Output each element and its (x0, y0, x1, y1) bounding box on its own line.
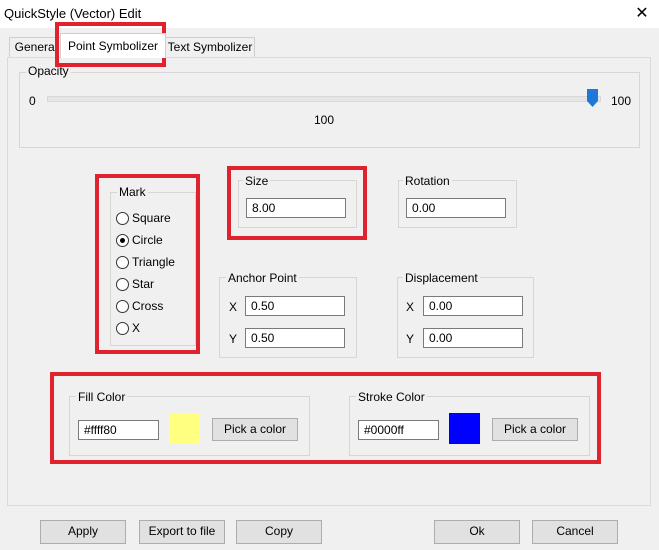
apply-button[interactable]: Apply (40, 520, 126, 544)
mark-option-label: Triangle (132, 255, 175, 269)
tab-general-label: General (14, 40, 58, 54)
ok-button[interactable]: Ok (434, 520, 520, 544)
tab-general[interactable]: General (9, 37, 63, 57)
export-to-file-button[interactable]: Export to file (139, 520, 225, 544)
opacity-value-label: 100 (314, 113, 335, 127)
opacity-max-label: 100 (611, 94, 632, 108)
tab-point-symbolizer[interactable]: Point Symbolizer (60, 33, 166, 58)
fill-color-swatch (169, 413, 200, 444)
anchor-y-input[interactable]: 0.50 (245, 328, 345, 348)
mark-option-label: Circle (132, 233, 163, 247)
anchor-x-input[interactable]: 0.50 (245, 296, 345, 316)
displacement-label: Displacement (403, 271, 480, 285)
stroke-pick-color-button[interactable]: Pick a color (492, 418, 578, 441)
stroke-color-input[interactable]: #0000ff (358, 420, 439, 440)
fill-color-label: Fill Color (76, 390, 128, 404)
radio-button[interactable] (116, 322, 129, 335)
rotation-input[interactable]: 0.00 (406, 198, 506, 218)
stroke-color-label: Stroke Color (356, 390, 427, 404)
opacity-label: Opacity (26, 64, 71, 78)
radio-button[interactable] (116, 300, 129, 313)
mark-option-label: Square (132, 211, 171, 225)
tab-text-symbolizer[interactable]: Text Symbolizer (165, 37, 255, 57)
radio-button[interactable] (116, 256, 129, 269)
opacity-slider-track[interactable] (47, 96, 601, 102)
mark-label: Mark (117, 185, 148, 199)
tab-text-symbolizer-label: Text Symbolizer (167, 40, 253, 54)
radio-button[interactable] (116, 212, 129, 225)
close-icon: ✕ (635, 5, 649, 22)
displacement-x-label: X (406, 300, 415, 314)
opacity-group (19, 72, 640, 148)
anchor-x-label: X (229, 300, 238, 314)
size-input[interactable]: 8.00 (246, 198, 346, 218)
radio-button[interactable] (116, 234, 129, 247)
copy-button[interactable]: Copy (236, 520, 322, 544)
anchor-y-label: Y (229, 332, 238, 346)
window-title: QuickStyle (Vector) Edit (4, 6, 142, 21)
mark-option-label: Cross (132, 299, 164, 313)
rotation-label: Rotation (403, 174, 452, 188)
displacement-y-input[interactable]: 0.00 (423, 328, 523, 348)
mark-option-label: X (132, 321, 141, 335)
fill-pick-color-button[interactable]: Pick a color (212, 418, 298, 441)
fill-color-input[interactable]: #ffff80 (78, 420, 159, 440)
tab-point-symbolizer-label: Point Symbolizer (67, 39, 159, 53)
radio-button[interactable] (116, 278, 129, 291)
mark-option-label: Star (132, 277, 155, 291)
anchor-point-label: Anchor Point (226, 271, 299, 285)
size-label: Size (243, 174, 271, 188)
close-button[interactable]: ✕ (630, 3, 654, 25)
opacity-slider-thumb[interactable] (587, 89, 598, 107)
cancel-button[interactable]: Cancel (532, 520, 618, 544)
stroke-color-swatch (449, 413, 480, 444)
displacement-x-input[interactable]: 0.00 (423, 296, 523, 316)
displacement-y-label: Y (406, 332, 415, 346)
opacity-min-label: 0 (29, 94, 36, 108)
